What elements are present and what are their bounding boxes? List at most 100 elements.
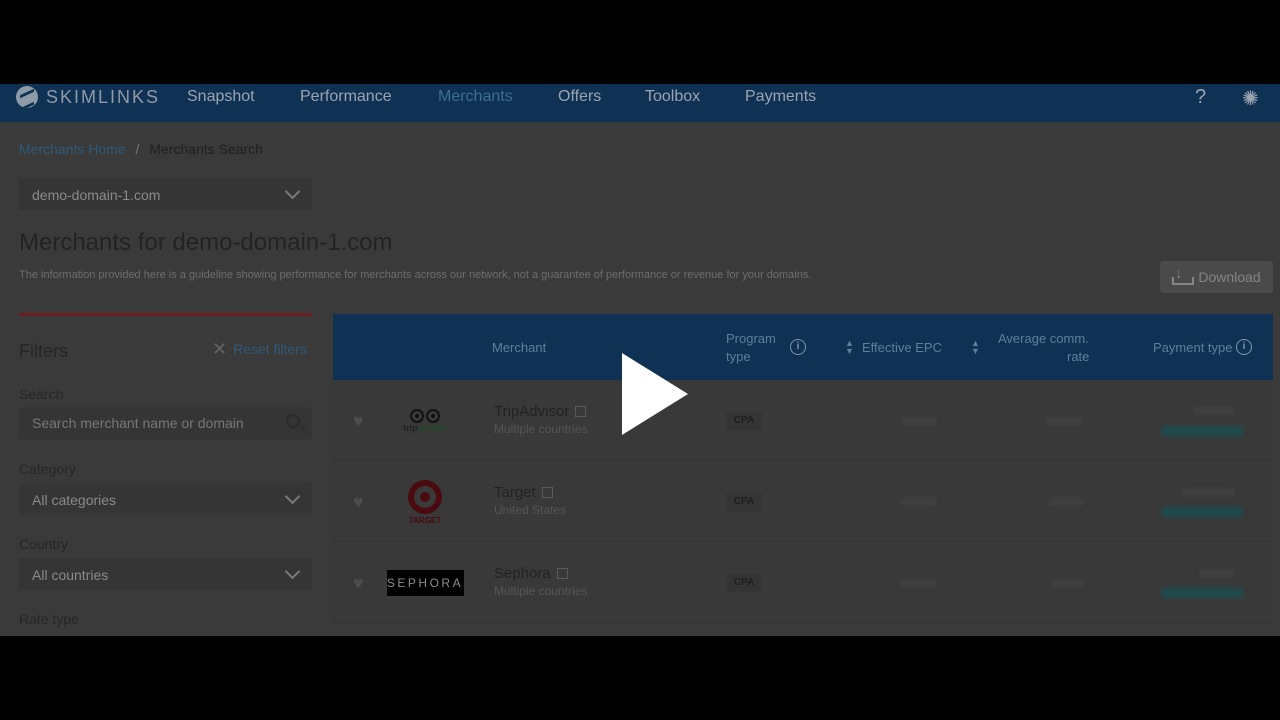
merchant-name[interactable]: TripAdvisor <box>494 403 587 420</box>
merchant-name[interactable]: Target <box>494 484 553 501</box>
nav-item-performance[interactable]: Performance <box>300 88 392 106</box>
table-row[interactable]: ♥ SEPHORA Sephora Multiple countries CPA <box>333 543 1273 623</box>
th-avg-comm-line2: rate <box>1067 349 1090 364</box>
close-icon: ✕ <box>212 339 228 359</box>
th-avg-comm-line1[interactable]: Average comm. <box>998 331 1089 346</box>
breadcrumb: Merchants Home / Merchants Search <box>19 141 263 157</box>
merchant-name[interactable]: Sephora <box>494 565 568 582</box>
blurred-payment-rate <box>1181 488 1235 496</box>
blurred-comm-rate <box>1049 498 1083 506</box>
tripadvisor-logo-text-a: trip <box>403 423 418 433</box>
blurred-payment-badge <box>1161 507 1243 517</box>
download-label: Download <box>1198 269 1261 285</box>
download-button[interactable]: Download <box>1160 261 1273 293</box>
download-icon <box>1172 265 1195 285</box>
page-title: Merchants for demo-domain-1.com <box>19 229 393 256</box>
target-bullseye-icon <box>408 479 442 514</box>
search-box <box>19 407 312 439</box>
owl-eye-icon <box>409 409 424 423</box>
tripadvisor-logo: tripadvisor <box>385 399 465 443</box>
breadcrumb-separator: / <box>135 141 140 157</box>
nav-item-payments[interactable]: Payments <box>745 88 816 106</box>
country-select-value: All countries <box>32 567 109 583</box>
copy-icon[interactable] <box>556 568 568 579</box>
domain-select-value: demo-domain-1.com <box>32 187 161 203</box>
heart-icon[interactable]: ♥ <box>353 573 364 594</box>
target-logo: TARGET <box>385 479 465 525</box>
category-label: Category <box>19 461 76 477</box>
heart-icon[interactable]: ♥ <box>353 411 364 432</box>
owl-eye-icon <box>425 409 440 423</box>
blurred-comm-rate <box>1051 579 1083 587</box>
blurred-payment-badge <box>1161 426 1243 436</box>
table-row[interactable]: ♥ tripadvisor TripAdvisor Multiple count… <box>333 381 1273 461</box>
letterbox-top <box>0 0 1280 84</box>
play-icon[interactable] <box>622 353 688 435</box>
category-select[interactable]: All categories <box>19 483 312 515</box>
nav-item-snapshot[interactable]: Snapshot <box>187 88 255 106</box>
skimlinks-logo-icon <box>16 86 38 108</box>
category-select-value: All categories <box>32 492 117 508</box>
blurred-payment-rate <box>1199 569 1235 577</box>
rate-type-label: Rate type <box>19 611 79 627</box>
merchant-name-text: TripAdvisor <box>494 403 570 420</box>
chevron-down-icon <box>284 563 301 580</box>
gear-icon[interactable]: ✺ <box>1242 86 1259 111</box>
page-description: The information provided here is a guide… <box>19 269 812 281</box>
breadcrumb-merchants-home[interactable]: Merchants Home <box>19 141 126 157</box>
blurred-epc <box>901 579 937 587</box>
sephora-logo: SEPHORA <box>385 561 465 605</box>
domain-select[interactable]: demo-domain-1.com <box>19 178 312 210</box>
breadcrumb-current: Merchants Search <box>149 141 263 157</box>
copy-icon[interactable] <box>575 406 587 417</box>
program-type-badge: CPA <box>726 574 762 592</box>
reset-filters-button[interactable]: ✕ Reset filters <box>212 339 308 359</box>
skimlinks-logo[interactable]: SKIMLINKS <box>16 86 160 108</box>
program-type-badge: CPA <box>726 493 762 511</box>
blurred-payment-rate <box>1193 407 1235 415</box>
country-select[interactable]: All countries <box>19 558 312 590</box>
th-payment-type: Payment type <box>1153 340 1233 355</box>
merchant-country: Multiple countries <box>494 422 588 436</box>
blurred-epc <box>901 417 937 425</box>
nav-item-toolbox[interactable]: Toolbox <box>645 88 700 106</box>
program-type-badge: CPA <box>726 412 762 430</box>
info-icon[interactable]: i <box>1236 339 1252 355</box>
merchant-country: Multiple countries <box>494 584 588 598</box>
merchant-country: United States <box>494 503 567 517</box>
blurred-comm-rate <box>1045 417 1083 425</box>
th-merchant[interactable]: Merchant <box>492 340 546 355</box>
sephora-logo-text: SEPHORA <box>386 570 464 596</box>
th-program-type-line2: type <box>726 349 751 364</box>
blurred-payment-badge <box>1161 588 1243 598</box>
merchant-name-text: Sephora <box>494 565 551 582</box>
table-row[interactable]: ♥ TARGET Target United States CPA <box>333 462 1273 542</box>
search-input[interactable] <box>19 407 269 439</box>
sort-icon[interactable]: ▲ ▼ <box>845 339 855 356</box>
chevron-down-icon <box>284 488 301 505</box>
filters-title: Filters <box>19 341 68 361</box>
filters-accent-bar <box>19 313 312 316</box>
tripadvisor-logo-text-b: advisor <box>417 423 447 433</box>
letterbox-bottom <box>0 636 1280 720</box>
copy-icon[interactable] <box>541 487 553 498</box>
search-icon[interactable] <box>286 414 300 428</box>
merchant-name-text: Target <box>494 484 536 501</box>
blurred-epc <box>901 498 937 506</box>
search-label: Search <box>19 386 64 402</box>
heart-icon[interactable]: ♥ <box>353 492 364 513</box>
target-logo-text: TARGET <box>408 515 442 525</box>
chevron-down-icon <box>284 183 301 200</box>
nav-item-offers[interactable]: Offers <box>558 88 601 106</box>
reset-filters-label: Reset filters <box>233 341 308 357</box>
merchants-table-header: Merchant Program type i ▲ ▼ Effective EPC… <box>333 314 1273 380</box>
nav-item-merchants[interactable]: Merchants <box>438 88 513 106</box>
th-program-type-line1: Program <box>726 331 776 346</box>
top-nav: SKIMLINKS Snapshot Performance Merchants… <box>0 84 1280 122</box>
th-effective-epc[interactable]: Effective EPC <box>862 340 942 355</box>
sort-icon[interactable]: ▲ ▼ <box>971 339 981 356</box>
country-label: Country <box>19 536 69 552</box>
help-icon[interactable]: ? <box>1195 86 1206 109</box>
info-icon[interactable]: i <box>790 339 806 355</box>
brand-name: SKIMLINKS <box>46 86 161 107</box>
